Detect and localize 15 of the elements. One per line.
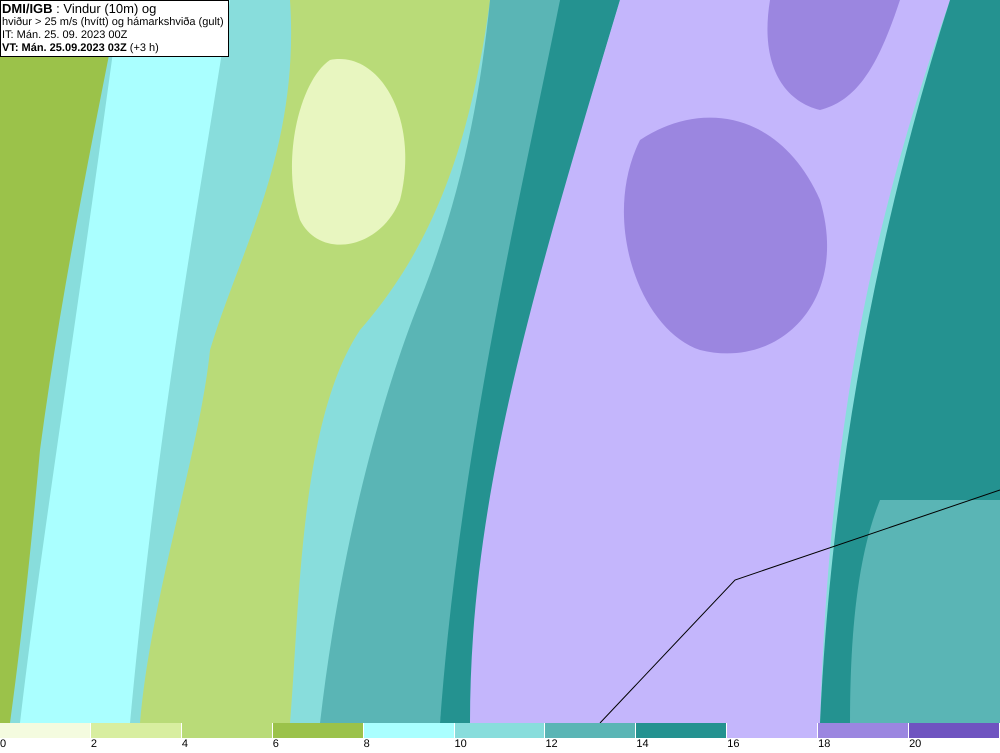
legend-label: 18 <box>818 738 830 751</box>
header-text: DMI/IGB : Vindur (10m) og <box>2 1 158 16</box>
header-text: IT: Mán. 25. 09. 2023 00Z <box>2 29 128 42</box>
legend-label: 12 <box>545 738 558 751</box>
legend-label: 6 <box>272 738 279 751</box>
legend-label: 20 <box>909 738 922 751</box>
header-text: VT: Mán. 25.09.2023 03Z (+3 h) <box>2 42 160 55</box>
header-text: hviður > 25 m/s (hvítt) og hámarkshviða (gult) <box>2 16 224 29</box>
legend-label: 14 <box>636 738 649 751</box>
legend-label: 2 <box>90 738 98 751</box>
legend-label: 10 <box>454 738 467 751</box>
legend-label: 0 <box>0 738 6 751</box>
legend-label: 16 <box>727 738 740 751</box>
legend-label: 8 <box>364 738 370 751</box>
legend-label: 4 <box>182 738 188 751</box>
